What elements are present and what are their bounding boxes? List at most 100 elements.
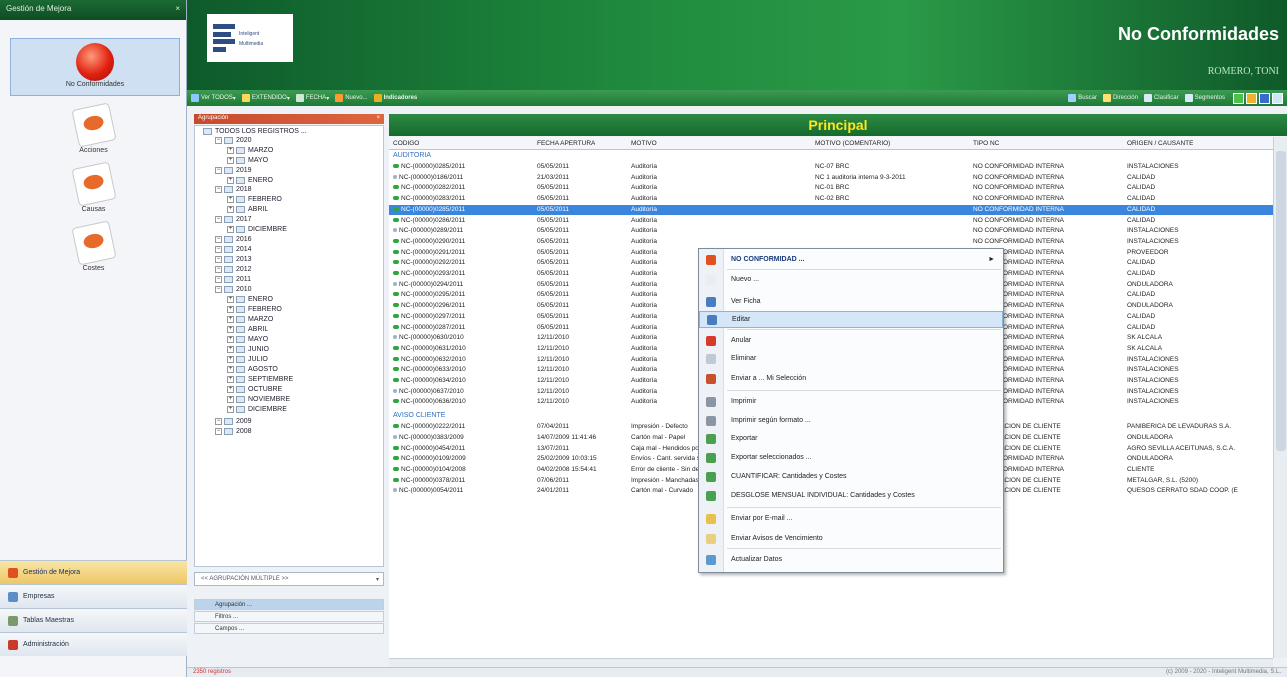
expand-icon[interactable]: + xyxy=(227,206,234,213)
tree-node[interactable]: − 2014 xyxy=(215,245,252,254)
expand-icon[interactable]: + xyxy=(227,177,234,184)
column-header[interactable]: FECHA APERTURA xyxy=(537,140,595,147)
filtros-button[interactable]: Filtros ... xyxy=(194,611,384,622)
menu-item-enviar-email[interactable]: Enviar por E-mail ... xyxy=(699,510,1003,527)
menu-item-ver-ficha[interactable]: Ver Ficha xyxy=(699,293,1003,310)
column-header[interactable]: MOTIVO (COMENTARIO) xyxy=(815,140,890,147)
expand-icon[interactable]: + xyxy=(227,366,234,373)
expand-icon[interactable]: − xyxy=(215,186,222,193)
expand-icon[interactable]: + xyxy=(227,356,234,363)
module-causas[interactable]: Causas xyxy=(0,161,187,213)
segmentos-button[interactable]: Segmentos xyxy=(1184,94,1225,102)
agrupacion-button[interactable]: Agrupación ... xyxy=(194,599,384,610)
horizontal-scrollbar[interactable] xyxy=(389,658,1273,667)
tree-node[interactable]: − 2013 xyxy=(215,255,252,264)
tree-node[interactable]: − 2017 xyxy=(215,215,252,224)
tree-node[interactable]: + ABRIL xyxy=(227,325,268,334)
tree-node[interactable]: − 2008 xyxy=(215,427,252,436)
tree-node[interactable]: + OCTUBRE xyxy=(227,385,282,394)
column-header[interactable]: CÓDIGO xyxy=(393,140,419,147)
table-row[interactable]: NC-(00000)0285/2011 05/05/2011 Auditoría NO… xyxy=(389,204,1273,215)
orange-view-icon[interactable] xyxy=(1246,92,1257,104)
menu-item-nc-submenu[interactable]: NO CONFORMIDAD ... ► xyxy=(699,251,1003,268)
table-row[interactable]: NC-(00000)0186/2011 21/03/2011 Auditoría NC… xyxy=(389,173,1273,183)
menu-item-cuantificar[interactable]: CUANTIFICAR: Cantidades y Costes xyxy=(699,468,1003,485)
tree-node[interactable]: + ENERO xyxy=(227,295,273,304)
expand-icon[interactable]: + xyxy=(227,226,234,233)
menu-item-enviar-avisos[interactable]: Enviar Avisos de Vencimiento xyxy=(699,530,1003,547)
nav-tablas-maestras[interactable]: Tablas Maestras xyxy=(0,608,187,632)
tree-node[interactable]: − 2016 xyxy=(215,235,252,244)
expand-icon[interactable]: + xyxy=(227,196,234,203)
tree-node[interactable]: + NOVIEMBRE xyxy=(227,395,290,404)
menu-item-eliminar[interactable]: Eliminar xyxy=(699,350,1003,367)
tree-node[interactable]: − 2012 xyxy=(215,265,252,274)
expand-icon[interactable]: + xyxy=(227,147,234,154)
ver-todos-button[interactable]: Ver TODOS ▾ xyxy=(191,94,236,102)
expand-icon[interactable]: + xyxy=(227,296,234,303)
table-row[interactable]: NC-(00000)0282/2011 05/05/2011 Auditoría NC… xyxy=(389,183,1273,193)
expand-icon[interactable]: + xyxy=(227,406,234,413)
module-acciones[interactable]: Acciones xyxy=(0,102,187,154)
expand-icon[interactable]: − xyxy=(215,216,222,223)
expand-icon[interactable]: − xyxy=(215,286,222,293)
expand-icon[interactable]: + xyxy=(227,336,234,343)
menu-item-imprimir[interactable]: Imprimir xyxy=(699,393,1003,410)
green-view-icon[interactable] xyxy=(1233,92,1244,104)
expand-icon[interactable]: − xyxy=(215,246,222,253)
tree-node[interactable]: + FEBRERO xyxy=(227,305,282,314)
tree-node[interactable]: − 2010 xyxy=(215,285,252,294)
tree-node[interactable]: + ENERO xyxy=(227,176,273,185)
tree-node[interactable]: + JULIO xyxy=(227,355,268,364)
column-header[interactable]: MOTIVO xyxy=(631,140,657,147)
tree-node[interactable]: − 2011 xyxy=(215,275,251,284)
tree-node[interactable]: + MAYO xyxy=(227,335,268,344)
scroll-thumb[interactable] xyxy=(1276,151,1286,451)
menu-item-exportar-seleccionados[interactable]: Exportar seleccionados ... xyxy=(699,449,1003,466)
table-row[interactable]: NC-(00000)0285/2011 05/05/2011 Auditoría NC… xyxy=(389,162,1273,172)
close-icon[interactable]: × xyxy=(175,4,180,16)
column-header[interactable]: TIPO NC xyxy=(973,140,999,147)
menu-item-desglose-mensual[interactable]: DESGLOSE MENSUAL INDIVIDUAL: Cantidades … xyxy=(699,487,1003,504)
expand-icon[interactable]: + xyxy=(227,306,234,313)
expand-icon[interactable]: − xyxy=(215,276,222,283)
column-header[interactable]: ORIGEN / CAUSANTE xyxy=(1127,140,1193,147)
table-row[interactable]: NC-(00000)0289/2011 05/05/2011 Auditoría NO… xyxy=(389,226,1273,236)
menu-item-imprimir-formato[interactable]: Imprimir según formato ... xyxy=(699,412,1003,429)
expand-icon[interactable]: + xyxy=(227,316,234,323)
vertical-scrollbar[interactable] xyxy=(1273,137,1287,658)
campos-button[interactable]: Campos ... xyxy=(194,623,384,634)
expand-icon[interactable]: − xyxy=(215,256,222,263)
expand-icon[interactable]: + xyxy=(227,326,234,333)
expand-icon[interactable]: + xyxy=(227,376,234,383)
expand-icon[interactable]: − xyxy=(215,428,222,435)
tree-node[interactable]: + DICIEMBRE xyxy=(227,225,287,234)
tree-node[interactable]: + MARZO xyxy=(227,315,273,324)
menu-item-nuevo[interactable]: Nuevo ... xyxy=(699,271,1003,288)
tree-node[interactable]: − 2018 xyxy=(215,185,252,194)
expand-icon[interactable]: − xyxy=(215,167,222,174)
table-row[interactable]: NC-(00000)0290/2011 05/05/2011 Auditoría NO… xyxy=(389,237,1273,247)
extendido-button[interactable]: EXTENDIDO ▾ xyxy=(241,94,290,102)
nav-gestion-de-mejora[interactable]: Gestión de Mejora xyxy=(0,560,187,584)
expand-icon[interactable]: − xyxy=(215,266,222,273)
expand-icon[interactable]: − xyxy=(215,418,222,425)
tree-node[interactable]: + MARZO xyxy=(227,146,273,155)
expand-icon[interactable]: + xyxy=(227,157,234,164)
module-costes[interactable]: Costes xyxy=(0,220,187,272)
menu-item-actualizar-datos[interactable]: Actualizar Datos xyxy=(699,551,1003,568)
table-row[interactable]: NC-(00000)0283/2011 05/05/2011 Auditoría NC… xyxy=(389,194,1273,204)
expand-icon[interactable]: + xyxy=(227,396,234,403)
fecha-button[interactable]: FECHA ▾ xyxy=(295,94,329,102)
direccion-button[interactable]: Dirección xyxy=(1102,94,1138,102)
module-no-conformidades[interactable]: No Conformidades xyxy=(10,38,180,96)
menu-item-editar[interactable]: Editar xyxy=(699,311,1003,328)
tree-node[interactable]: + AGOSTO xyxy=(227,365,278,374)
tree-node[interactable]: + ABRIL xyxy=(227,205,268,214)
tree-node[interactable]: + DICIEMBRE xyxy=(227,405,287,414)
tree-node[interactable]: + MAYO xyxy=(227,156,268,165)
multiple-grouping-select[interactable]: << AGRUPACIÓN MÚLTIPLE >> ▾ xyxy=(194,572,384,586)
group-header[interactable]: AUDITORIA xyxy=(389,152,1273,162)
expand-icon[interactable]: − xyxy=(215,236,222,243)
nav-administracion[interactable]: Administración xyxy=(0,632,187,656)
